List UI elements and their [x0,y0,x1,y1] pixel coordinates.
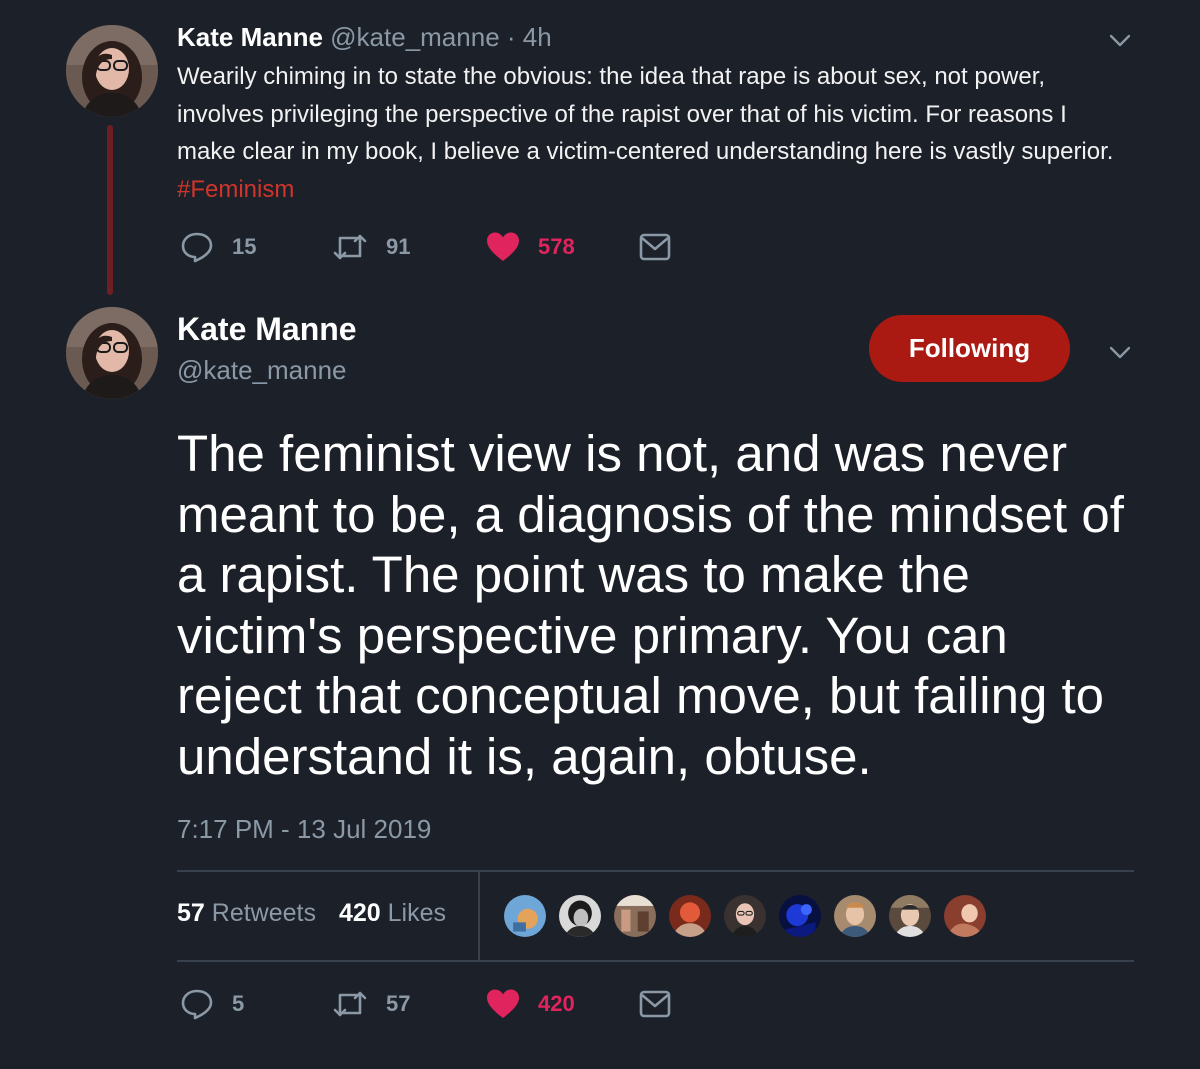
liker-avatar[interactable] [777,893,823,939]
liker-avatar[interactable] [667,893,713,939]
likes-stat-count: 420 [338,899,381,927]
liker-avatar[interactable] [942,893,988,939]
message-button[interactable] [638,986,672,1022]
heart-icon [487,232,519,261]
divider [177,870,1134,872]
retweet-count: 57 [386,991,411,1016]
retweet-count: 91 [386,234,411,259]
liker-avatar[interactable] [832,893,878,939]
retweet-button[interactable]: 57 [332,986,410,1022]
divider [478,872,480,960]
liker-avatar[interactable] [887,893,933,939]
author-avatar[interactable] [66,25,158,117]
liker-avatar[interactable] [722,893,768,939]
message-button[interactable] [638,229,672,265]
tweet-timestamp[interactable]: 7:17 PM - 13 Jul 2019 [177,814,431,845]
retweet-button[interactable]: 91 [332,229,410,265]
reply-count: 5 [232,991,245,1016]
chevron-down-icon[interactable] [1108,28,1132,52]
author-handle[interactable]: @kate_manne [330,22,500,52]
hashtag-link[interactable]: #Feminism [177,176,294,203]
retweets-stat[interactable]: 57 Retweets [177,899,316,927]
reply-button[interactable]: 5 [180,986,244,1022]
heart-icon [487,989,519,1018]
tweet-text: Wearily chiming in to state the obvious:… [177,58,1127,208]
retweet-icon [333,234,367,260]
thread-line [107,125,113,295]
divider [177,960,1134,962]
author-avatar[interactable] [66,307,158,399]
like-button[interactable]: 420 [486,986,575,1022]
like-count: 578 [538,234,575,259]
likes-stat-label: Likes [387,899,446,927]
retweet-icon [333,991,367,1017]
message-icon [639,990,671,1018]
tweet-actions: 5 57 420 [180,986,700,1022]
tweet-stats: 57 Retweets 420 Likes [177,899,446,928]
liker-avatar[interactable] [502,893,548,939]
likers-avatars [502,893,1002,939]
reply-icon [181,232,213,263]
tweet-text: The feminist view is not, and was never … [177,425,1124,785]
message-icon [639,233,671,261]
liker-avatar[interactable] [612,893,658,939]
tweet-header: Kate Manne @kate_manne · 4h [177,22,552,53]
tweet-time[interactable]: · 4h [507,22,552,52]
reply-button[interactable]: 15 [180,229,256,265]
reply-icon [181,989,213,1020]
chevron-down-icon[interactable] [1108,340,1132,364]
tweet-actions: 15 91 578 [180,229,700,265]
author-name[interactable]: Kate Manne [177,311,357,348]
following-button[interactable]: Following [869,315,1070,382]
author-handle[interactable]: @kate_manne [177,355,347,386]
reply-count: 15 [232,234,257,259]
retweets-stat-count: 57 [177,899,205,927]
like-count: 420 [538,991,575,1016]
liker-avatar[interactable] [557,893,603,939]
like-button[interactable]: 578 [486,229,575,265]
likes-stat[interactable]: 420 Likes [339,899,446,927]
author-name[interactable]: Kate Manne [177,22,323,52]
tweet-text-body: Wearily chiming in to state the obvious:… [177,63,1114,165]
retweets-stat-label: Retweets [211,899,316,927]
